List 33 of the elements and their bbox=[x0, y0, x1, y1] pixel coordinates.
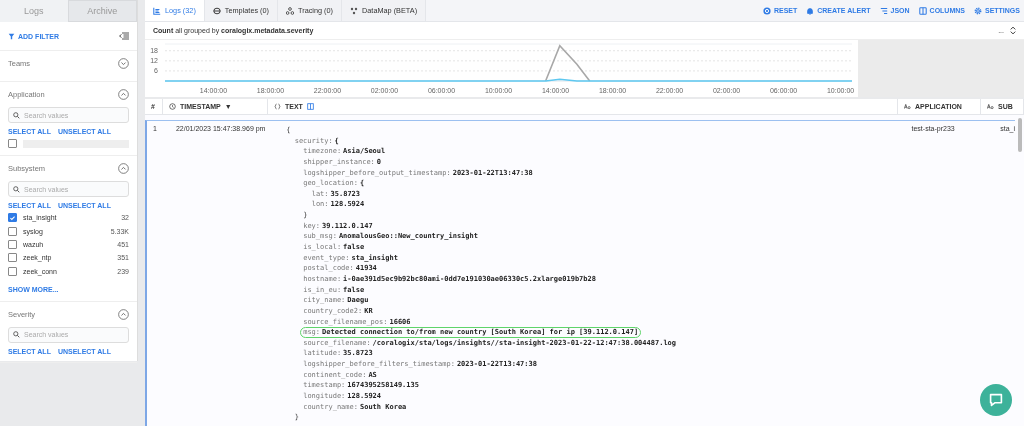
filter-icon bbox=[8, 32, 15, 40]
expand-icon[interactable] bbox=[1010, 26, 1016, 35]
chevron-up-icon[interactable] bbox=[118, 308, 129, 320]
checkbox[interactable] bbox=[8, 266, 17, 276]
layers-icon bbox=[212, 6, 221, 15]
chevron-down-icon[interactable] bbox=[118, 58, 129, 69]
text-type-icon bbox=[904, 103, 911, 110]
settings-icon bbox=[974, 6, 982, 15]
checkbox[interactable] bbox=[8, 253, 17, 263]
checkbox[interactable] bbox=[8, 213, 17, 223]
checkbox[interactable] bbox=[8, 240, 17, 250]
scrollbar[interactable] bbox=[1018, 118, 1022, 152]
columns-icon bbox=[306, 103, 314, 110]
text-type-icon bbox=[987, 103, 994, 110]
lines-icon bbox=[879, 6, 888, 15]
reset-icon bbox=[762, 6, 771, 15]
collapse-icon[interactable] bbox=[119, 32, 129, 40]
list-icon bbox=[153, 6, 161, 15]
search-icon bbox=[13, 185, 20, 193]
bell-icon bbox=[806, 6, 815, 15]
nodes-icon bbox=[350, 6, 359, 15]
search-icon bbox=[13, 331, 20, 339]
checkbox[interactable] bbox=[8, 226, 17, 236]
chevron-up-icon[interactable] bbox=[118, 89, 129, 100]
braces-icon bbox=[274, 103, 281, 110]
sidebar-tab[interactable]: Archive bbox=[67, 0, 137, 22]
columns-icon bbox=[918, 6, 927, 15]
nodes-icon bbox=[286, 6, 295, 15]
checkbox[interactable] bbox=[8, 139, 17, 149]
chevron-up-icon[interactable] bbox=[118, 163, 129, 175]
search-icon bbox=[13, 111, 20, 119]
chat-icon bbox=[987, 391, 1005, 409]
clock-icon bbox=[169, 103, 176, 110]
